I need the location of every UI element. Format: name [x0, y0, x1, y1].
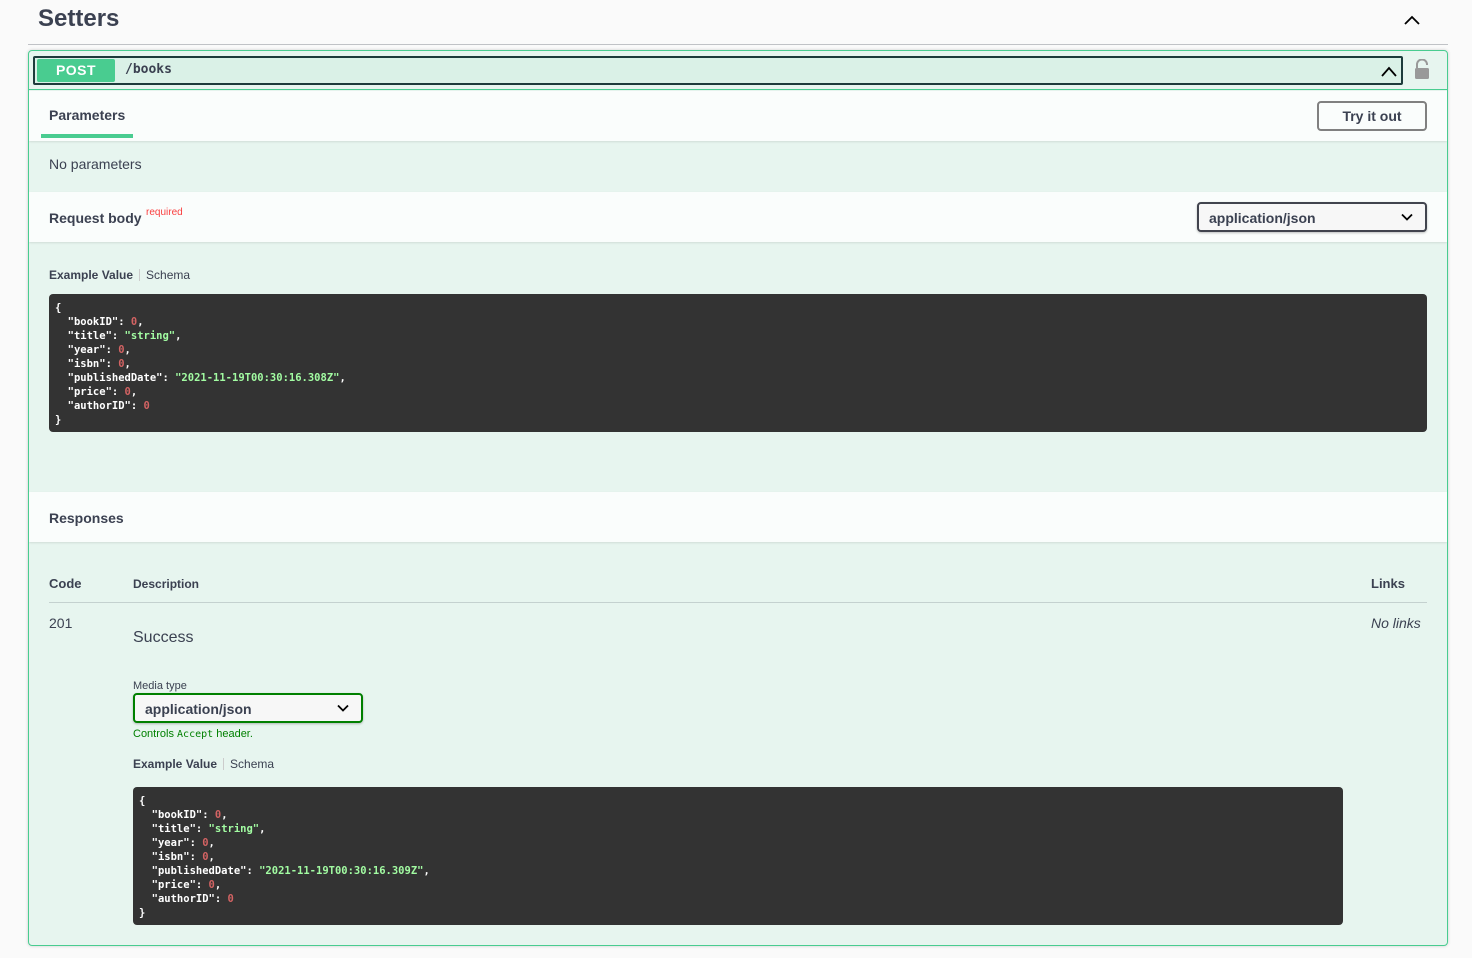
table-header-divider — [49, 602, 1427, 603]
response-code: 201 — [49, 615, 73, 631]
code-value: "2021-11-19T00:30:16.309Z" — [259, 865, 424, 877]
unlocked-icon[interactable] — [1413, 59, 1431, 81]
operation-summary-control[interactable]: POST /books — [33, 56, 1403, 85]
code-brace-close: } — [55, 414, 62, 426]
parameters-header: Parameters Try it out — [29, 91, 1447, 141]
responses-title: Responses — [49, 510, 124, 526]
tab-separator — [139, 269, 141, 281]
controls-accept-note: Controls Accept header. — [133, 728, 253, 740]
required-badge: required — [146, 207, 183, 218]
code-punct: , — [137, 316, 144, 328]
operation-block: POST /books Parameters Try it out No par… — [28, 50, 1448, 946]
request-example-tabs: Example Value Schema — [49, 268, 190, 282]
method-badge: POST — [37, 59, 115, 82]
response-media-type-value: application/json — [145, 701, 252, 717]
code-line: "year": 0, — [55, 344, 131, 356]
code-line: "price": 0, — [139, 879, 222, 891]
code-key: "isbn": — [139, 851, 203, 863]
chevron-down-icon — [337, 704, 349, 712]
code-key: "price": — [139, 879, 209, 891]
code-line: "publishedDate": "2021-11-19T00:30:16.30… — [139, 865, 430, 877]
code-brace-open: { — [139, 795, 146, 807]
code-punct: , — [214, 879, 222, 891]
code-key: "title": — [55, 330, 125, 342]
tab-schema[interactable]: Schema — [146, 268, 190, 282]
code-line: "isbn": 0, — [139, 851, 215, 863]
code-line: "publishedDate": "2021-11-19T00:30:16.30… — [55, 372, 346, 384]
code-punct: , — [175, 330, 182, 342]
code-value: "string" — [124, 330, 176, 342]
tab-separator — [223, 758, 225, 770]
code-value: 0 — [227, 893, 234, 905]
code-brace-close: } — [139, 907, 146, 919]
code-punct: , — [259, 823, 266, 835]
chevron-up-icon[interactable] — [1402, 10, 1422, 30]
request-example-code[interactable]: { "bookID": 0, "title": "string", "year"… — [49, 294, 1427, 432]
response-media-type-select[interactable]: application/json — [133, 693, 363, 723]
code-key: "year": — [55, 344, 119, 356]
code-punct: , — [208, 837, 215, 849]
media-type-label: Media type — [133, 680, 187, 692]
response-links: No links — [1371, 615, 1421, 631]
col-header-description: Description — [133, 577, 200, 591]
code-value: "2021-11-19T00:30:16.308Z" — [175, 372, 340, 384]
tab-parameters[interactable]: Parameters — [49, 107, 125, 123]
code-line: "isbn": 0, — [55, 358, 131, 370]
code-line: "year": 0, — [139, 837, 215, 849]
code-value: 0 — [143, 400, 150, 412]
code-key: "year": — [139, 837, 203, 849]
request-content-type-value: application/json — [1209, 210, 1316, 226]
response-example-code[interactable]: { "bookID": 0, "title": "string", "year"… — [133, 787, 1343, 925]
tab-example-value[interactable]: Example Value — [133, 757, 217, 771]
tab-schema[interactable]: Schema — [230, 757, 274, 771]
code-line: "bookID": 0, — [139, 809, 228, 821]
code-line: "authorID": 0 — [55, 400, 150, 412]
code-key: "title": — [139, 823, 209, 835]
response-example-tabs: Example Value Schema — [133, 757, 274, 771]
operation-path: /books — [125, 62, 172, 77]
chevron-up-icon[interactable] — [1379, 61, 1399, 81]
chevron-down-icon — [1401, 213, 1413, 221]
code-punct: , — [208, 851, 215, 863]
tag-header[interactable]: Setters — [28, 0, 1448, 45]
code-value: "string" — [208, 823, 260, 835]
try-it-out-button[interactable]: Try it out — [1317, 101, 1427, 131]
request-body-title: Request body — [49, 210, 142, 226]
code-punct: , — [124, 358, 131, 370]
responses-header: Responses — [29, 492, 1447, 542]
controls-suffix: header. — [216, 728, 253, 740]
code-key: "bookID": — [55, 316, 131, 328]
operation-summary[interactable]: POST /books — [29, 51, 1447, 90]
code-line: "bookID": 0, — [55, 316, 144, 328]
code-punct: , — [130, 386, 138, 398]
response-description: Success — [133, 629, 194, 646]
code-line: "title": "string", — [55, 330, 182, 342]
code-key: "authorID": — [139, 893, 228, 905]
code-key: "price": — [55, 386, 125, 398]
code-key: "bookID": — [139, 809, 215, 821]
col-header-code: Code — [49, 576, 82, 591]
code-line: "title": "string", — [139, 823, 266, 835]
code-key: "authorID": — [55, 400, 144, 412]
code-key: "publishedDate": — [139, 865, 260, 877]
tab-example-value[interactable]: Example Value — [49, 268, 133, 282]
code-line: "authorID": 0 — [139, 893, 234, 905]
col-header-links: Links — [1371, 576, 1405, 591]
code-key: "isbn": — [55, 358, 119, 370]
code-key: "publishedDate": — [55, 372, 176, 384]
code-punct: , — [339, 372, 346, 384]
code-line: "price": 0, — [55, 386, 138, 398]
no-parameters-text: No parameters — [49, 156, 142, 172]
code-punct: , — [423, 865, 430, 877]
request-body-header: Request body required application/json — [29, 192, 1447, 242]
request-content-type-select[interactable]: application/json — [1197, 202, 1427, 232]
code-brace-open: { — [55, 302, 62, 314]
controls-code: Accept — [177, 729, 214, 740]
code-punct: , — [221, 809, 228, 821]
active-tab-indicator — [41, 134, 133, 138]
code-punct: , — [124, 344, 131, 356]
controls-prefix: Controls — [133, 728, 174, 740]
tag-title: Setters — [38, 5, 120, 32]
